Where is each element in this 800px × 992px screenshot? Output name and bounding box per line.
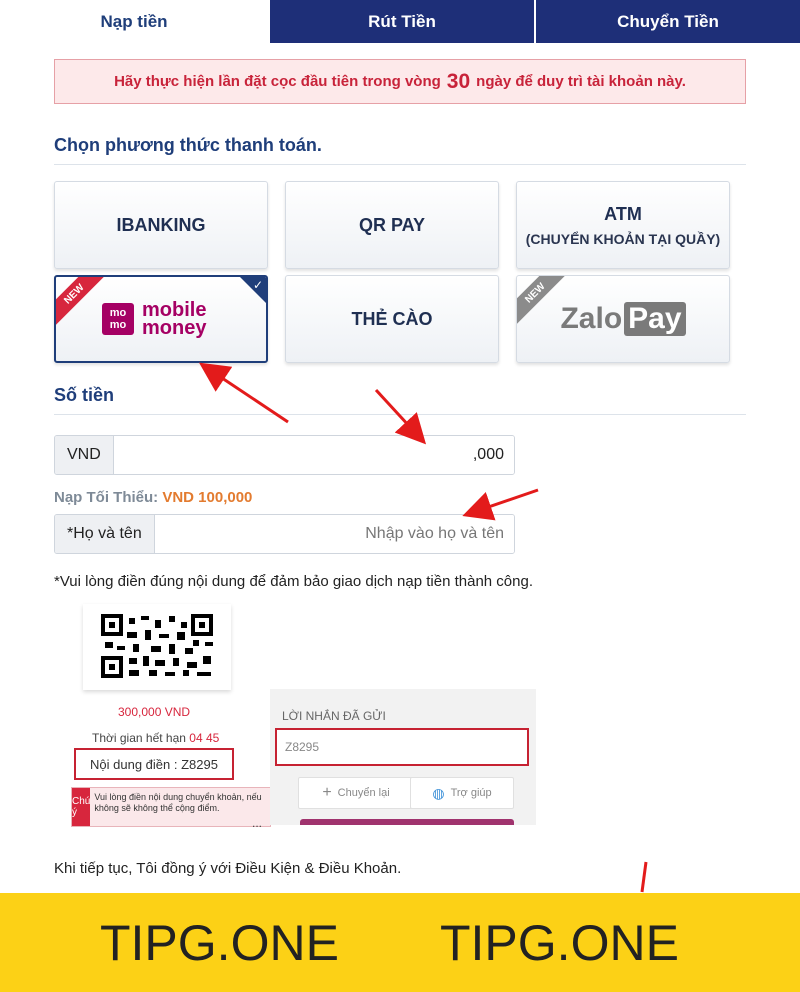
expire-line: Thời gian hết hạn 04 45 xyxy=(92,731,219,745)
minimum-label: Nạp Tối Thiểu: xyxy=(54,489,159,506)
chat-send-bar[interactable] xyxy=(300,819,514,825)
minimum-value: VND 100,000 xyxy=(162,489,253,506)
zalopay-logo: Zalo Pay xyxy=(560,302,686,336)
warning-text: Vui lòng điền nội dung chuyển khoản, nếu… xyxy=(94,792,262,813)
arrow-icon xyxy=(374,388,427,445)
payment-method-title: Chọn phương thức thanh toán. xyxy=(54,135,322,155)
qr-amount: 300,000 VND xyxy=(118,705,191,719)
chat-panel: LỜI NHẮN ĐÃ GỬI Z8295 + Chuyển lại ◍ Trợ… xyxy=(270,689,536,825)
method-zalopay-button[interactable]: NEW Zalo Pay xyxy=(516,275,730,363)
amount-title: Số tiền xyxy=(54,385,115,405)
notice-text-after: ngày để duy trì tài khoản này. xyxy=(476,73,686,90)
help-button[interactable]: ◍ Trợ giúp xyxy=(410,777,514,809)
check-icon: ✓ xyxy=(252,278,263,292)
method-atm-button[interactable]: ATM (CHUYỂN KHOẢN TẠI QUẦY) xyxy=(516,181,730,269)
arrow-icon xyxy=(462,488,539,521)
name-input-group: *Họ và tên xyxy=(54,514,515,554)
qr-code-card xyxy=(83,604,231,690)
tab-transfer[interactable]: Chuyển Tiền xyxy=(534,0,800,43)
plus-icon: + xyxy=(322,784,332,801)
fullname-input[interactable] xyxy=(154,515,514,553)
transfer-content-box: Nội dung điền : Z8295 xyxy=(74,748,234,780)
tab-bar: Nạp tiền Rút Tiền Chuyển Tiền xyxy=(0,0,800,43)
method-label: IBANKING xyxy=(116,214,206,235)
watermark-left: TIPG.ONE xyxy=(100,914,339,971)
momo-wordmark: mobile money xyxy=(142,299,207,339)
momo-logo: mo mo mobile money xyxy=(102,299,220,339)
tab-deposit[interactable]: Nạp tiền xyxy=(0,0,268,43)
tab-withdraw[interactable]: Rút Tiền xyxy=(268,0,534,43)
method-sublabel: (CHUYỂN KHOẢN TẠI QUẦY) xyxy=(525,230,721,247)
momo-logo-text: mo mo xyxy=(109,307,127,331)
method-label: QR PAY xyxy=(358,214,426,235)
method-qrpay-button[interactable]: QR PAY xyxy=(285,181,499,269)
pay-wordmark: Pay xyxy=(624,302,686,336)
notice-text-before: Hãy thực hiện lần đặt cọc đầu tiên trong… xyxy=(114,73,441,90)
amount-input[interactable] xyxy=(113,436,514,474)
divider xyxy=(54,414,746,415)
globe-icon: ◍ xyxy=(432,784,445,801)
help-label: Trợ giúp xyxy=(450,787,492,799)
ellipsis: ... xyxy=(252,816,263,830)
chat-title: LỜI NHẮN ĐÃ GỬI xyxy=(282,709,386,723)
currency-addon: VND xyxy=(55,436,114,474)
arrow-icon xyxy=(640,861,648,893)
notice-days: 30 xyxy=(446,69,471,93)
warning-box: Chú ý Vui lòng điền nội dung chuyển khoả… xyxy=(71,787,271,827)
new-badge: NEW xyxy=(56,277,109,329)
divider xyxy=(54,164,746,165)
momo-icon: mo mo xyxy=(102,303,134,335)
qr-code-icon xyxy=(101,614,221,678)
chat-message-field[interactable]: Z8295 xyxy=(275,728,529,766)
minimum-deposit: Nạp Tối Thiểu: VND 100,000 xyxy=(54,489,252,506)
method-scratchcard-button[interactable]: THẺ CÀO xyxy=(285,275,499,363)
warning-tag: Chú ý xyxy=(72,788,91,826)
method-label: ATM xyxy=(604,203,642,224)
instruction-note: *Vui lòng điền đúng nội dung để đảm bảo … xyxy=(54,573,533,590)
method-ibanking-button[interactable]: IBANKING xyxy=(54,181,268,269)
resend-label: Chuyển lại xyxy=(337,787,390,799)
watermark-banner: TIPG.ONE TIPG.ONE xyxy=(0,893,800,992)
name-addon: *Họ và tên xyxy=(55,515,155,553)
amount-input-group: VND xyxy=(54,435,515,475)
deposit-notice: Hãy thực hiện lần đặt cọc đầu tiên trong… xyxy=(54,59,746,104)
terms-text: Khi tiếp tục, Tôi đồng ý với Điều Kiện &… xyxy=(54,860,402,877)
zalo-wordmark: Zalo xyxy=(560,302,623,335)
watermark-right: TIPG.ONE xyxy=(440,914,679,971)
method-label: THẺ CÀO xyxy=(351,308,433,329)
expire-label: Thời gian hết hạn xyxy=(92,731,186,745)
expire-value: 04 45 xyxy=(189,731,220,745)
resend-button[interactable]: + Chuyển lại xyxy=(298,777,414,809)
method-momo-button[interactable]: NEW ✓ mo mo mobile money xyxy=(54,275,268,363)
